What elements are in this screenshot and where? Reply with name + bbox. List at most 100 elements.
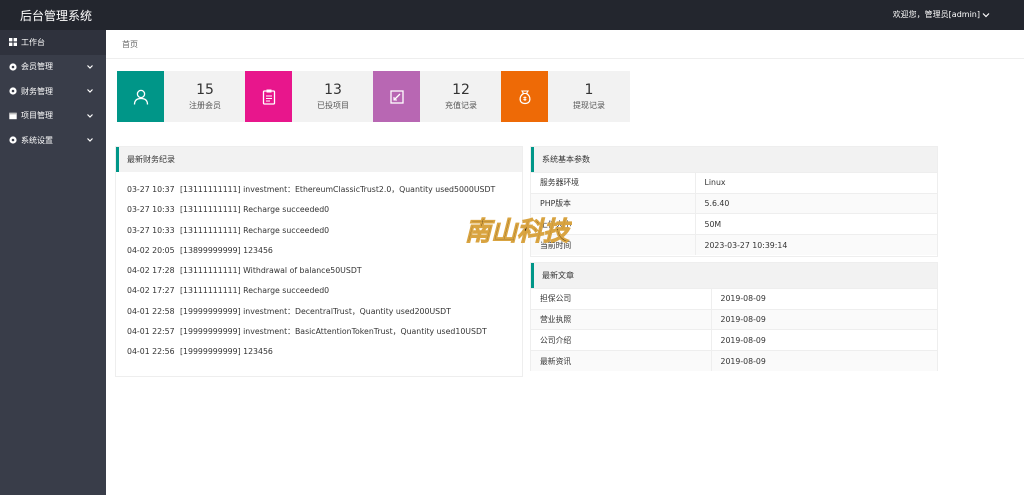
table-row: 当前时间 2023-03-27 10:39:14 — [531, 234, 937, 256]
finance-row-time: 03-27 10:33 — [127, 225, 175, 235]
system-panel: 系统基本参数 服务器环境 Linux PHP版本 5.6.40 上传大小 50M 当前时间 2… — [530, 146, 938, 257]
breadcrumb: 首页 — [106, 30, 1024, 59]
edit-icon — [389, 89, 404, 104]
sidebar: 工作台 会员管理 财务管理 项目管理 系统设置 — [0, 30, 106, 495]
chevron-down-icon — [87, 113, 93, 118]
money-bag-icon — [518, 89, 531, 104]
main-content: 首页 15 注册会员 13 已投项目 12 充值记录 1 提现记录 最新财务纪录… — [106, 30, 1024, 495]
finance-row-time: 04-01 22:56 — [127, 347, 175, 357]
sidebar-item-members[interactable]: 会员管理 — [0, 55, 106, 80]
gear-icon — [9, 63, 17, 71]
finance-row-time: 03-27 10:33 — [127, 205, 175, 215]
chevron-down-icon — [87, 138, 93, 142]
table-row: 公司介绍 2019-08-09 — [531, 329, 937, 351]
stat-icon-box — [373, 71, 420, 122]
app-title: 后台管理系统 — [20, 9, 93, 23]
sidebar-item-dashboard[interactable]: 工作台 — [0, 30, 106, 55]
finance-row: 04-01 22:58 [19999999999] investment：Dece… — [127, 302, 522, 322]
stat-value: 15 — [196, 82, 214, 98]
sidebar-item-label: 项目管理 — [21, 111, 53, 121]
user-icon — [133, 89, 148, 105]
finance-row-time: 04-01 22:58 — [127, 306, 175, 316]
table-cell-key: 上传大小 — [531, 213, 696, 235]
table-cell-key: 营业执照 — [531, 308, 712, 330]
stat-label: 注册会员 — [189, 101, 221, 110]
finance-row-text: [13111111111] Recharge succeeded0 — [180, 286, 330, 296]
panel-header: 最新财务纪录 — [116, 147, 522, 172]
sidebar-item-label: 财务管理 — [21, 86, 53, 96]
box-icon — [9, 112, 17, 120]
sidebar-item-settings[interactable]: 系统设置 — [0, 128, 106, 153]
stat-label: 已投项目 — [317, 101, 349, 110]
stat-label: 提现记录 — [573, 101, 605, 110]
stat-value: 1 — [584, 82, 594, 98]
table-cell-value: 2019-08-09 — [711, 288, 937, 310]
table-cell-value: 2019-08-09 — [711, 329, 937, 351]
stat-value: 13 — [324, 82, 342, 98]
finance-row: 03-27 10:33 [13111111111] Recharge succee… — [127, 200, 522, 220]
dashboard-icon — [9, 38, 17, 47]
finance-row: 03-27 10:37 [13111111111] investment：Ethe… — [127, 180, 522, 200]
table-cell-key: 最新资讯 — [531, 350, 712, 372]
finance-row-text: [13111111111] Recharge succeeded0 — [180, 205, 330, 215]
chevron-down-icon — [87, 89, 93, 93]
finance-row: 03-27 10:33 [13111111111] Recharge succee… — [127, 221, 522, 241]
stat-icon-box — [117, 71, 164, 122]
stat-icon-box — [245, 71, 292, 122]
panel-header: 最新文章 — [531, 263, 937, 288]
table-cell-value: 5.6.40 — [695, 192, 937, 214]
sidebar-item-label: 工作台 — [21, 37, 45, 47]
table-cell-key: 担保公司 — [531, 288, 712, 310]
stat-card-members[interactable]: 15 注册会员 — [117, 71, 246, 122]
finance-row: 04-02 17:28 [13111111111] Withdrawal of b… — [127, 261, 522, 281]
user-greeting: 欢迎您，管理员[admin] — [892, 10, 980, 19]
table-cell-key: PHP版本 — [531, 192, 696, 214]
table-row: 服务器环境 Linux — [531, 172, 937, 194]
table-cell-key: 当前时间 — [531, 234, 696, 256]
finance-row-text: [13111111111] Withdrawal of balance50USD… — [180, 266, 362, 276]
system-table: 服务器环境 Linux PHP版本 5.6.40 上传大小 50M 当前时间 2023-03-… — [531, 172, 937, 256]
chevron-down-icon — [982, 12, 990, 17]
table-cell-value: 2019-08-09 — [711, 308, 937, 330]
stat-value: 12 — [452, 82, 470, 98]
table-row: 上传大小 50M — [531, 213, 937, 235]
finance-row-text: [13111111111] investment：EthereumClassic… — [180, 185, 496, 194]
finance-row-time: 04-01 22:57 — [127, 327, 175, 337]
table-row: 营业执照 2019-08-09 — [531, 308, 937, 330]
sidebar-item-finance[interactable]: 财务管理 — [0, 79, 106, 104]
finance-row: 04-02 20:05 [13899999999] 123456 — [127, 241, 522, 261]
sidebar-item-label: 会员管理 — [21, 62, 53, 72]
table-row: 最新资讯 2019-08-09 — [531, 350, 937, 372]
finance-panel: 最新财务纪录 03-27 10:37 [13111111111] investme… — [115, 146, 523, 377]
finance-row-text: [13111111111] Recharge succeeded0 — [180, 225, 330, 235]
finance-row-text: [19999999999] 123456 — [180, 347, 273, 357]
table-cell-key: 公司介绍 — [531, 329, 712, 351]
table-row: 担保公司 2019-08-09 — [531, 288, 937, 310]
finance-row-text: [19999999999] investment：DecentralTrust，… — [180, 306, 451, 316]
clipboard-icon — [262, 89, 275, 105]
stat-label: 充值记录 — [445, 101, 477, 110]
finance-row: 04-02 17:27 [13111111111] Recharge succee… — [127, 281, 522, 301]
panel-header: 系统基本参数 — [531, 147, 937, 172]
chevron-down-icon — [87, 64, 93, 69]
stat-card-investments[interactable]: 13 已投项目 — [245, 71, 374, 122]
sidebar-item-label: 系统设置 — [21, 135, 53, 145]
user-menu[interactable]: 欢迎您，管理员[admin] — [893, 9, 990, 20]
sidebar-item-projects[interactable]: 项目管理 — [0, 104, 106, 129]
top-bar: 后台管理系统 欢迎您，管理员[admin] — [0, 0, 1024, 30]
table-cell-key: 服务器环境 — [531, 172, 696, 194]
table-cell-value: 50M — [695, 213, 937, 235]
finance-row-time: 04-02 20:05 — [127, 245, 175, 255]
finance-row-time: 04-02 17:27 — [127, 286, 175, 296]
table-row: PHP版本 5.6.40 — [531, 192, 937, 214]
finance-row-text: [19999999999] investment：BasicAttentionT… — [180, 327, 487, 337]
table-cell-value: 2019-08-09 — [711, 350, 937, 372]
breadcrumb-home[interactable]: 首页 — [122, 40, 138, 49]
stat-card-recharges[interactable]: 12 充值记录 — [373, 71, 502, 122]
finance-row-time: 03-27 10:37 — [127, 185, 175, 194]
finance-list: 03-27 10:37 [13111111111] investment：Ethe… — [116, 172, 522, 363]
table-cell-value: 2023-03-27 10:39:14 — [695, 234, 937, 256]
finance-row-text: [13899999999] 123456 — [180, 245, 273, 255]
stat-card-withdrawals[interactable]: 1 提现记录 — [501, 71, 630, 122]
table-cell-value: Linux — [695, 172, 937, 194]
